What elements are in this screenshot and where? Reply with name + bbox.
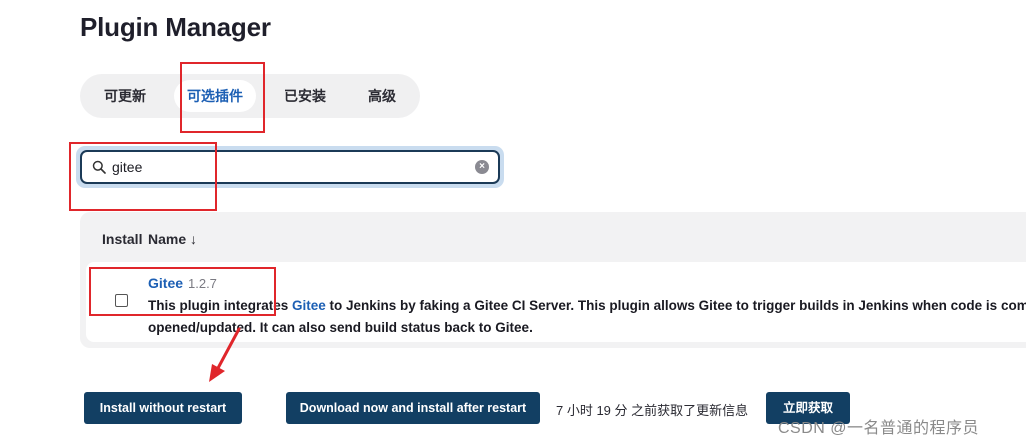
search-focus-ring: × xyxy=(76,146,504,188)
description-text: to Jenkins by faking a Gitee CI Server. … xyxy=(325,298,1026,313)
annotation-arrow-icon xyxy=(209,327,241,382)
gitee-link[interactable]: Gitee xyxy=(292,298,326,313)
update-status-text: 7 小时 19 分 之前获取了更新信息 xyxy=(556,403,749,418)
tab-available-plugins[interactable]: 可选插件 xyxy=(174,80,256,112)
watermark: CSDN @一名普通的程序员 xyxy=(778,420,980,437)
tab-updates[interactable]: 可更新 xyxy=(90,80,160,112)
description-text: This plugin integrates xyxy=(148,298,293,313)
install-checkbox[interactable] xyxy=(115,294,128,307)
clear-icon[interactable]: × xyxy=(475,160,489,174)
search-box[interactable]: × xyxy=(80,150,500,184)
plugin-tabs: 可更新 可选插件 已安装 高级 xyxy=(80,74,420,118)
plugin-description: This plugin integrates Gitee to Jenkins … xyxy=(148,295,1026,339)
column-header-install: Install xyxy=(102,231,143,247)
search-icon xyxy=(92,160,106,174)
tab-installed[interactable]: 已安装 xyxy=(270,80,340,112)
tab-advanced[interactable]: 高级 xyxy=(352,80,412,112)
search-input[interactable] xyxy=(112,156,472,178)
page-title: Plugin Manager xyxy=(80,12,271,42)
plugin-version: 1.2.7 xyxy=(188,276,217,291)
plugin-name-link[interactable]: Gitee xyxy=(148,275,183,291)
column-header-name[interactable]: Name ↓ xyxy=(148,231,197,247)
description-text-line2: opened/updated. It can also send build s… xyxy=(148,320,533,335)
install-without-restart-button[interactable]: Install without restart xyxy=(84,392,242,424)
download-install-after-restart-button[interactable]: Download now and install after restart xyxy=(286,392,540,424)
